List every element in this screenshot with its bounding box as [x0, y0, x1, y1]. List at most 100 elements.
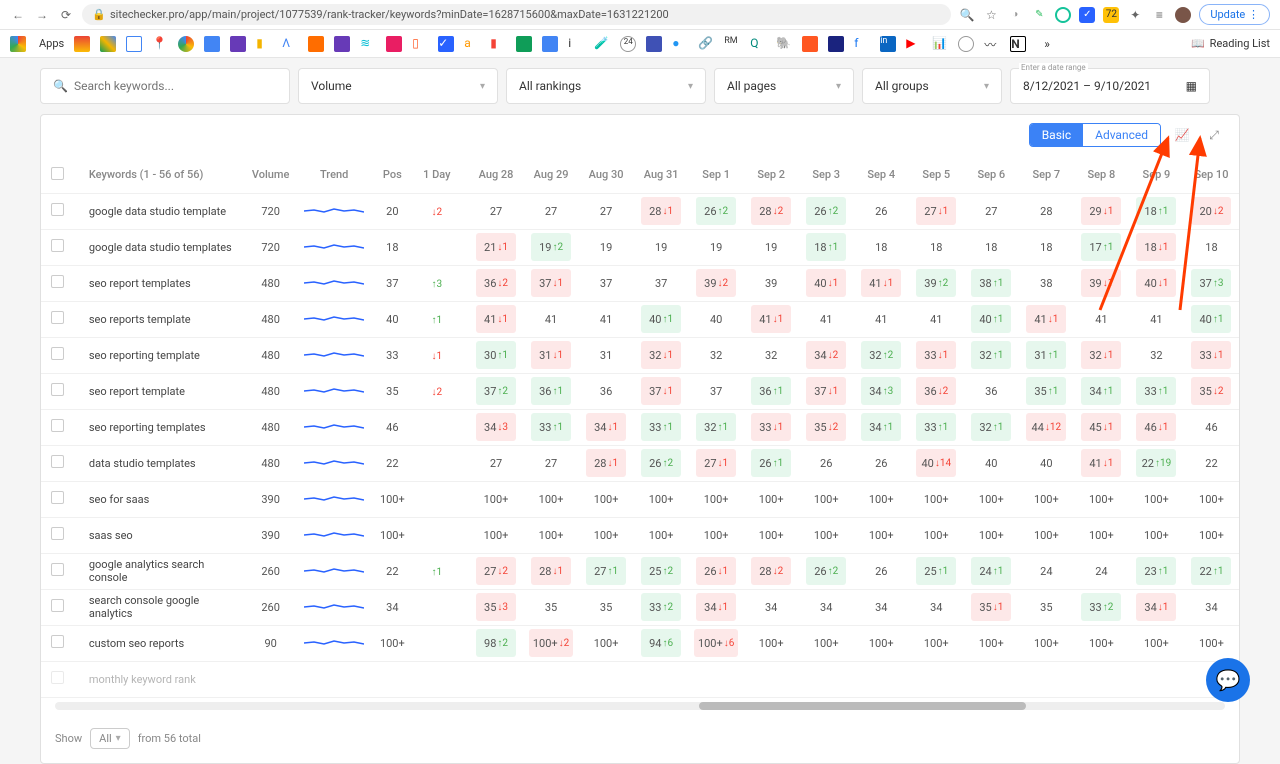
analytics-icon[interactable]: ▮: [256, 36, 272, 52]
avatar-icon[interactable]: [1175, 7, 1191, 23]
search-keywords[interactable]: 🔍: [40, 68, 290, 104]
apps-icon[interactable]: [10, 36, 26, 52]
col-date[interactable]: Sep 2: [744, 157, 799, 193]
select-all-checkbox[interactable]: [51, 167, 64, 180]
col-1day[interactable]: 1 Day: [414, 157, 461, 193]
bm-icon[interactable]: [958, 36, 974, 52]
row-checkbox[interactable]: [51, 419, 64, 432]
ads-icon[interactable]: Λ: [282, 36, 298, 52]
bm-icon[interactable]: ▮: [490, 36, 506, 52]
bm-icon[interactable]: [386, 36, 402, 52]
row-checkbox[interactable]: [51, 491, 64, 504]
bm-icon[interactable]: i: [568, 36, 584, 52]
maps-icon[interactable]: 📍: [152, 36, 168, 52]
drive-icon[interactable]: [100, 36, 116, 52]
notion-icon[interactable]: N: [1010, 36, 1026, 52]
bookmark-overflow-icon[interactable]: »: [1044, 37, 1050, 51]
bm-icon[interactable]: 〰: [984, 36, 1000, 52]
back-icon[interactable]: ←: [10, 7, 26, 23]
ext-icon[interactable]: ◑: [1007, 7, 1023, 23]
sheets-icon[interactable]: [516, 36, 532, 52]
puzzle-icon[interactable]: ✦: [1127, 7, 1143, 23]
evernote-icon[interactable]: ✎: [1031, 7, 1047, 23]
col-date[interactable]: Sep 3: [799, 157, 854, 193]
bm-icon[interactable]: [828, 36, 844, 52]
col-trend[interactable]: Trend: [297, 157, 371, 193]
row-checkbox[interactable]: [51, 239, 64, 252]
bm-icon[interactable]: RM: [724, 36, 740, 52]
groups-filter[interactable]: All groups▾: [862, 68, 1002, 104]
chart-icon[interactable]: 📈: [1171, 124, 1193, 146]
col-date[interactable]: Aug 28: [469, 157, 524, 193]
facebook-icon[interactable]: f: [854, 36, 870, 52]
evernote-icon[interactable]: 🐘: [776, 36, 792, 52]
col-date[interactable]: Sep 7: [1019, 157, 1074, 193]
bm-icon[interactable]: ✓: [438, 36, 454, 52]
row-checkbox[interactable]: [51, 599, 64, 612]
row-checkbox[interactable]: [51, 671, 64, 684]
pages-filter[interactable]: All pages▾: [714, 68, 854, 104]
bm-icon[interactable]: [334, 36, 350, 52]
page-size-select[interactable]: All ▾: [90, 728, 130, 749]
advanced-tab[interactable]: Advanced: [1083, 124, 1160, 146]
col-date[interactable]: Sep 9: [1129, 157, 1184, 193]
col-date[interactable]: Sep 6: [964, 157, 1019, 193]
col-date[interactable]: Sep 5: [909, 157, 964, 193]
col-date[interactable]: Aug 30: [579, 157, 634, 193]
col-keywords[interactable]: Keywords (1 - 56 of 56): [75, 157, 244, 193]
url-bar[interactable]: 🔒 sitechecker.pro/app/main/project/10775…: [82, 4, 951, 25]
menu-icon[interactable]: ≡: [1151, 7, 1167, 23]
row-checkbox[interactable]: [51, 347, 64, 360]
bm-icon[interactable]: [646, 36, 662, 52]
update-button[interactable]: Update ⋮: [1199, 4, 1270, 25]
forward-icon[interactable]: →: [34, 7, 50, 23]
calendar-icon[interactable]: [126, 36, 142, 52]
ext-icon-badge[interactable]: 72: [1103, 7, 1119, 23]
gmail-icon[interactable]: [74, 36, 90, 52]
col-date[interactable]: Sep 10: [1184, 157, 1239, 193]
linkedin-icon[interactable]: in: [880, 36, 896, 52]
row-checkbox[interactable]: [51, 203, 64, 216]
bm-icon[interactable]: a: [464, 36, 480, 52]
col-date[interactable]: Aug 31: [634, 157, 689, 193]
bm-icon[interactable]: ●: [672, 36, 688, 52]
row-checkbox[interactable]: [51, 527, 64, 540]
bm-icon[interactable]: Q: [750, 36, 766, 52]
bm-icon[interactable]: 24: [620, 36, 636, 52]
col-date[interactable]: Aug 29: [524, 157, 579, 193]
col-pos[interactable]: Pos: [371, 157, 413, 193]
horizontal-scrollbar[interactable]: [55, 702, 1225, 710]
bm-icon[interactable]: [230, 36, 246, 52]
reload-icon[interactable]: ⟳: [58, 7, 74, 23]
grammarly-icon[interactable]: [1055, 7, 1071, 23]
row-checkbox[interactable]: [51, 275, 64, 288]
bm-icon[interactable]: [308, 36, 324, 52]
scroll-thumb[interactable]: [699, 702, 1027, 710]
row-checkbox[interactable]: [51, 383, 64, 396]
search-icon[interactable]: 🔍: [959, 7, 975, 23]
reading-list-button[interactable]: 📖 Reading List: [1191, 37, 1270, 50]
bm-icon[interactable]: 🧪: [594, 36, 610, 52]
col-volume[interactable]: Volume: [244, 157, 297, 193]
date-range-filter[interactable]: Enter a date range 8/12/2021 – 9/10/2021…: [1010, 68, 1210, 104]
bm-icon[interactable]: ▯: [412, 36, 428, 52]
volume-filter[interactable]: Volume▾: [298, 68, 498, 104]
expand-icon[interactable]: ⤢: [1203, 124, 1225, 146]
bm-icon[interactable]: 🔗: [698, 36, 714, 52]
col-date[interactable]: Sep 8: [1074, 157, 1129, 193]
row-checkbox[interactable]: [51, 635, 64, 648]
apps-label[interactable]: Apps: [39, 37, 64, 50]
row-checkbox[interactable]: [51, 563, 64, 576]
rankings-filter[interactable]: All rankings▾: [506, 68, 706, 104]
ext-icon-blue[interactable]: ✓: [1079, 7, 1095, 23]
col-date[interactable]: Sep 1: [689, 157, 744, 193]
intercom-chat-button[interactable]: 💬: [1206, 658, 1250, 702]
search-input[interactable]: [74, 79, 277, 93]
bm-icon[interactable]: ≋: [360, 36, 376, 52]
youtube-icon[interactable]: ▶: [906, 36, 922, 52]
row-checkbox[interactable]: [51, 455, 64, 468]
row-checkbox[interactable]: [51, 311, 64, 324]
bm-icon[interactable]: [802, 36, 818, 52]
bm-icon[interactable]: [204, 36, 220, 52]
col-date[interactable]: Sep 4: [854, 157, 909, 193]
